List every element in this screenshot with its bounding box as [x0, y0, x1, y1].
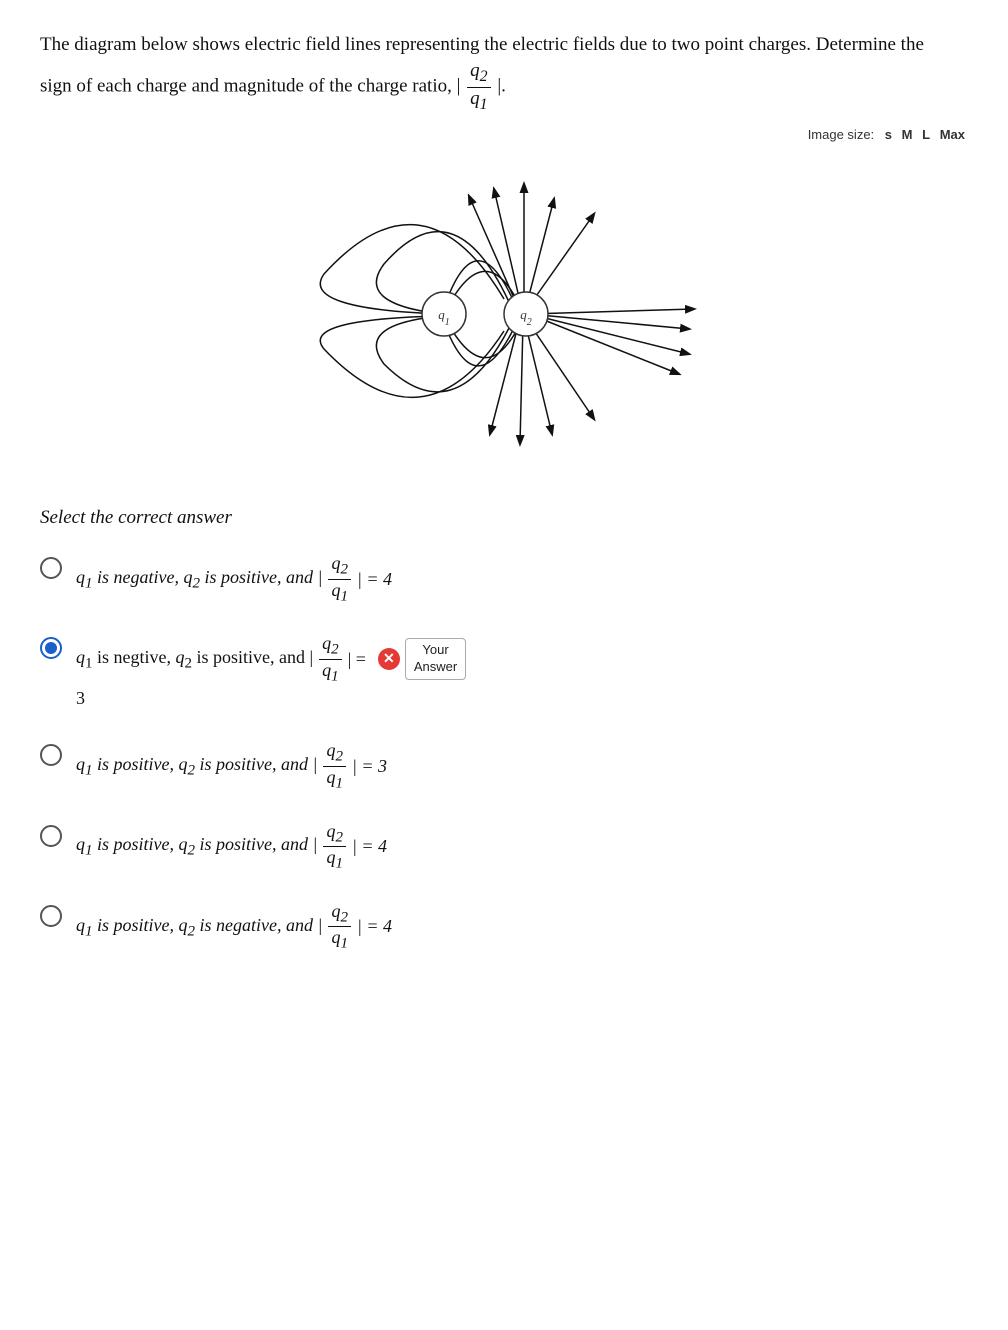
radio-option-2[interactable]	[40, 637, 62, 659]
question-end: |.	[497, 76, 506, 97]
option-row-1: q1 is negative, q2 is positive, and | q2…	[40, 553, 968, 605]
radio-option-1[interactable]	[40, 557, 62, 579]
opt3-text-a: q1 is positive, q2 is positive, and |	[76, 750, 317, 783]
opt2-number: 3	[76, 685, 85, 712]
opt1-text-b: | = 4	[357, 565, 392, 594]
image-size-bar: Image size: s M L Max	[40, 125, 968, 145]
electric-field-diagram: q1 q2	[294, 154, 714, 474]
opt1-fraction: q2 q1	[328, 553, 351, 605]
opt4-text-b: | = 4	[352, 832, 387, 861]
opt4-text-a: q1 is positive, q2 is positive, and |	[76, 830, 317, 863]
wrong-icon: ✕	[378, 648, 400, 670]
image-size-s[interactable]: s	[885, 127, 892, 142]
radio-option-3[interactable]	[40, 744, 62, 766]
image-size-m[interactable]: M	[902, 127, 913, 142]
opt1-text-a: q1 is negative, q2 is positive, and |	[76, 563, 322, 596]
opt3-fraction: q2 q1	[323, 740, 346, 792]
option-text-1: q1 is negative, q2 is positive, and | q2…	[76, 553, 392, 605]
option-text-3: q1 is positive, q2 is positive, and | q2…	[76, 740, 387, 792]
fraction-numerator: q2	[467, 60, 490, 88]
radio-option-4[interactable]	[40, 825, 62, 847]
opt4-fraction: q2 q1	[323, 821, 346, 873]
your-answer-badge: ✕ YourAnswer	[378, 638, 466, 680]
opt5-fraction: q2 q1	[328, 901, 351, 953]
diagram-container: q1 q2	[40, 154, 968, 474]
option-text-4: q1 is positive, q2 is positive, and | q2…	[76, 821, 387, 873]
opt2-text-a: q1 is negtive, q2 is positive, and |	[76, 644, 313, 675]
question-text: The diagram below shows electric field l…	[40, 30, 940, 115]
option-row-3: q1 is positive, q2 is positive, and | q2…	[40, 740, 968, 792]
option-text-5: q1 is positive, q2 is negative, and | q2…	[76, 901, 392, 953]
image-size-l[interactable]: L	[922, 127, 930, 142]
opt5-text-a: q1 is positive, q2 is negative, and |	[76, 911, 322, 944]
radio-option-5[interactable]	[40, 905, 62, 927]
opt3-text-b: | = 3	[352, 752, 387, 781]
image-size-label: Image size:	[808, 127, 874, 142]
image-size-max[interactable]: Max	[940, 127, 965, 142]
option-row-4: q1 is positive, q2 is positive, and | q2…	[40, 821, 968, 873]
option-row-5: q1 is positive, q2 is negative, and | q2…	[40, 901, 968, 953]
your-answer-box: YourAnswer	[405, 638, 466, 680]
select-correct-label: Select the correct answer	[40, 504, 968, 533]
opt2-line2: 3	[76, 685, 466, 712]
option-row-2: q1 is negtive, q2 is positive, and | q2 …	[40, 633, 968, 712]
fraction-denominator: q1	[467, 88, 490, 115]
opt2-line1: q1 is negtive, q2 is positive, and | q2 …	[76, 633, 466, 685]
opt5-text-b: | = 4	[357, 912, 392, 941]
opt2-fraction: q2 q1	[319, 633, 342, 685]
opt2-text-b: | =	[348, 646, 366, 673]
question-fraction: q2 q1	[467, 60, 490, 115]
option-text-2: q1 is negtive, q2 is positive, and | q2 …	[76, 633, 466, 712]
